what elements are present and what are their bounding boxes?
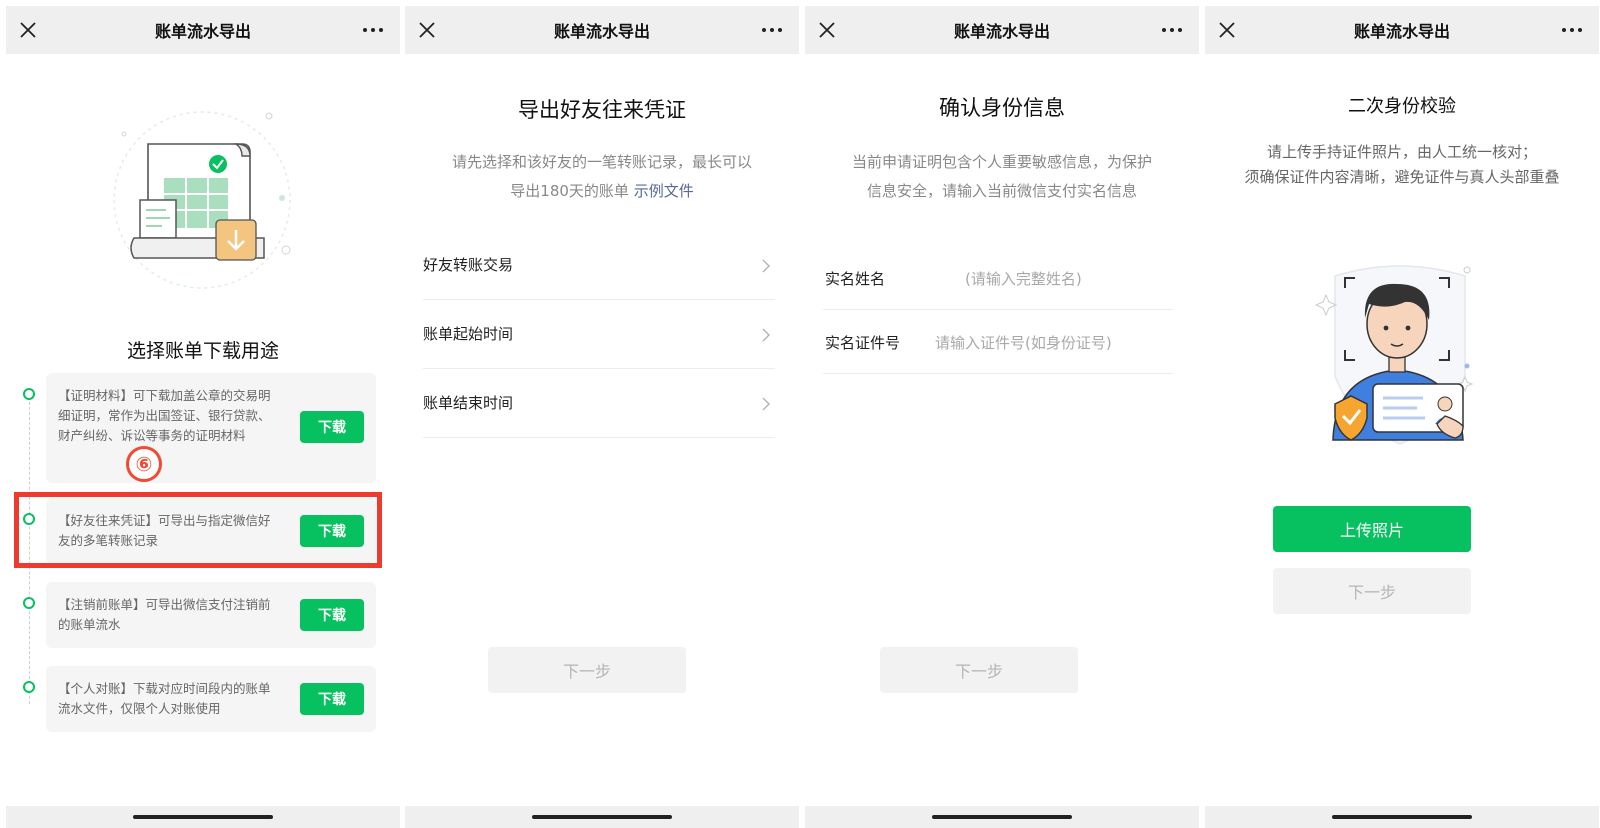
panel-second-verification: 账单流水导出 二次身份校验 请上传手持证件照片，由人工统一核对； 须确保证件内容… <box>1205 0 1599 828</box>
description-line-2: 导出180天的账单 示例文件 <box>425 177 779 206</box>
timeline-dot <box>23 513 35 525</box>
description-line: 当前申请证明包含个人重要敏感信息，为保护 <box>851 153 1152 171</box>
field-label: 实名证件号 <box>825 334 901 352</box>
option-card-proof-materials: 【证明材料】可下载加盖公章的交易明细证明，常作为出国签证、银行贷款、财产纠纷、诉… <box>46 373 376 483</box>
description-line: 须确保证件内容清晰，避免证件与真人头部重叠 <box>1244 168 1560 186</box>
more-icon[interactable] <box>757 18 787 42</box>
screenshot-stage: 账单流水导出 选择账单下载用途 【证明材料】可下载加盖公章的交易明细证明，常作为… <box>0 0 1600 828</box>
close-icon[interactable] <box>415 18 439 42</box>
real-name-input[interactable] <box>963 264 1167 294</box>
chevron-right-icon <box>762 397 770 411</box>
home-indicator[interactable] <box>532 815 672 819</box>
timeline-dot <box>23 681 35 693</box>
step-marker: ⑥ <box>126 446 162 482</box>
upload-photo-button[interactable]: 上传照片 <box>1273 506 1471 552</box>
row-label: 好友转账交易 <box>423 256 514 274</box>
chevron-right-icon <box>762 328 770 342</box>
row-friend-transfer[interactable]: 好友转账交易 <box>423 232 775 300</box>
row-label: 账单结束时间 <box>423 394 514 412</box>
row-label: 账单起始时间 <box>423 325 514 343</box>
home-indicator-bar <box>1205 806 1599 828</box>
download-button-friend-voucher[interactable]: 下载 <box>300 515 364 547</box>
option-description: 【好友往来凭证】可导出与指定微信好友的多笔转账记录 <box>58 513 271 548</box>
navbar: 账单流水导出 <box>6 6 400 54</box>
close-icon[interactable] <box>16 18 40 42</box>
description-line: 请先选择和该好友的一笔转账记录，最长可以 <box>451 153 752 171</box>
more-icon[interactable] <box>358 18 388 42</box>
download-button-personal[interactable]: 下载 <box>300 683 364 715</box>
field-label: 实名姓名 <box>825 270 886 288</box>
home-indicator[interactable] <box>133 815 273 819</box>
page-title: 二次身份校验 <box>1348 96 1456 117</box>
row-start-time[interactable]: 账单起始时间 <box>423 301 775 369</box>
panel-confirm-identity: 账单流水导出 确认身份信息 当前申请证明包含个人重要敏感信息，为保护 信息安全，… <box>805 0 1199 828</box>
download-button-pre-cancellation[interactable]: 下载 <box>300 599 364 631</box>
option-description: 【注销前账单】可导出微信支付注销前的账单流水 <box>58 597 271 632</box>
more-icon[interactable] <box>1157 18 1187 42</box>
home-indicator-bar <box>805 806 1199 828</box>
close-icon[interactable] <box>1215 18 1239 42</box>
home-indicator[interactable] <box>932 815 1072 819</box>
option-card-friend-voucher: 【好友往来凭证】可导出与指定微信好友的多笔转账记录 下载 <box>46 498 376 564</box>
description-line: 请上传手持证件照片，由人工统一核对； <box>1266 143 1537 161</box>
home-indicator-bar <box>405 806 799 828</box>
chevron-right-icon <box>762 259 770 273</box>
option-card-personal-reconciliation: 【个人对账】下载对应时间段内的账单流水文件，仅限个人对账使用 下载 <box>46 666 376 732</box>
navbar: 账单流水导出 <box>405 6 799 54</box>
home-indicator[interactable] <box>1332 815 1472 819</box>
option-card-pre-cancellation: 【注销前账单】可导出微信支付注销前的账单流水 下载 <box>46 582 376 648</box>
bill-export-illustration-icon <box>113 111 291 289</box>
description-text: 导出180天的账单 <box>510 182 629 200</box>
more-icon[interactable] <box>1557 18 1587 42</box>
page-description: 请先选择和该好友的一笔转账记录，最长可以 导出180天的账单 示例文件 <box>425 148 779 206</box>
option-description: 【个人对账】下载对应时间段内的账单流水文件，仅限个人对账使用 <box>58 681 271 716</box>
page-description: 当前申请证明包含个人重要敏感信息，为保护 信息安全，请输入当前微信支付实名信息 <box>825 148 1179 206</box>
navbar: 账单流水导出 <box>805 6 1199 54</box>
field-real-name: 实名姓名 <box>823 246 1173 310</box>
nav-title: 账单流水导出 <box>953 22 1050 41</box>
page-description: 请上传手持证件照片，由人工统一核对； 须确保证件内容清晰，避免证件与真人头部重叠 <box>1225 140 1579 190</box>
handheld-id-illustration-icon <box>1314 265 1474 445</box>
nav-title: 账单流水导出 <box>1353 22 1450 41</box>
timeline-dot <box>23 597 35 609</box>
download-button-proof[interactable]: 下载 <box>300 411 364 443</box>
home-indicator-bar <box>6 806 400 828</box>
example-file-link[interactable]: 示例文件 <box>634 182 694 200</box>
navbar: 账单流水导出 <box>1205 6 1599 54</box>
option-description: 【证明材料】可下载加盖公章的交易明细证明，常作为出国签证、银行贷款、财产纠纷、诉… <box>58 388 271 443</box>
nav-title: 账单流水导出 <box>154 22 251 41</box>
page-title: 确认身份信息 <box>939 96 1065 120</box>
timeline-dot <box>23 388 35 400</box>
nav-title: 账单流水导出 <box>553 22 650 41</box>
page-title: 导出好友往来凭证 <box>518 98 686 122</box>
row-end-time[interactable]: 账单结束时间 <box>423 370 775 438</box>
next-step-button[interactable]: 下一步 <box>880 647 1078 693</box>
field-id-number: 实名证件号 <box>823 310 1173 374</box>
close-icon[interactable] <box>815 18 839 42</box>
purpose-heading: 选择账单下载用途 <box>126 340 279 362</box>
description-line: 信息安全，请输入当前微信支付实名信息 <box>866 182 1137 200</box>
panel-friend-voucher: 账单流水导出 导出好友往来凭证 请先选择和该好友的一笔转账记录，最长可以 导出1… <box>405 0 799 828</box>
next-step-button[interactable]: 下一步 <box>1273 568 1471 614</box>
id-number-input[interactable] <box>933 328 1167 358</box>
panel-select-purpose: 账单流水导出 选择账单下载用途 【证明材料】可下载加盖公章的交易明细证明，常作为… <box>6 0 400 828</box>
next-step-button[interactable]: 下一步 <box>488 647 686 693</box>
timeline-line <box>29 402 30 704</box>
